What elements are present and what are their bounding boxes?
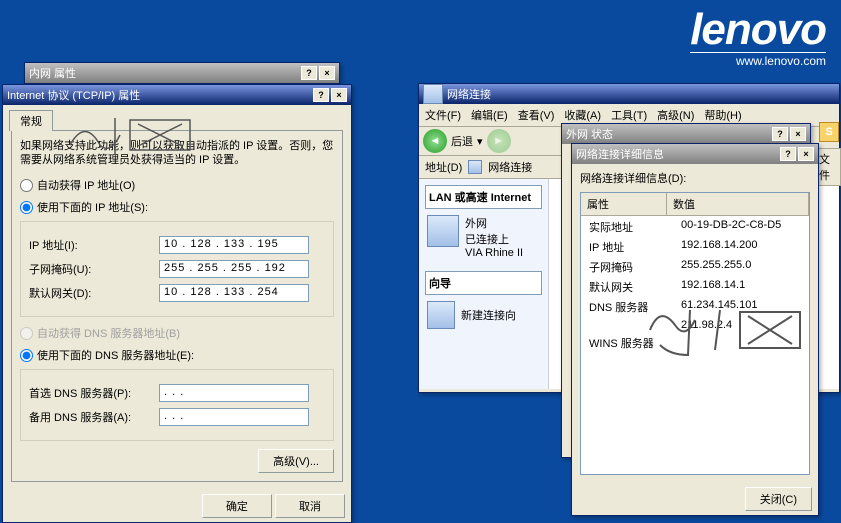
tab-general[interactable]: 常规 [9,110,53,131]
menu-view[interactable]: 查看(V) [518,107,555,123]
table-row: 实际地址00-19-DB-2C-C8-D5 [583,218,807,236]
menu-tools[interactable]: 工具(T) [611,107,647,123]
mask-input[interactable]: 255 . 255 . 255 . 192 [159,260,309,278]
close-button-lower[interactable]: 关闭(C) [745,487,812,511]
radio-auto-ip[interactable]: 自动获得 IP 地址(O) [20,177,334,193]
menu-edit[interactable]: 编辑(E) [471,107,508,123]
value-cell [675,334,807,352]
title-text: 网络连接详细信息 [576,146,664,162]
brand-block: lenovo www.lenovo.com [690,8,826,68]
titlebar-status[interactable]: 外网 状态 ?× [562,124,810,144]
titlebar-tcpip[interactable]: Internet 协议 (TCP/IP) 属性 ? × [3,85,351,105]
ip-input[interactable]: 10 . 128 . 133 . 195 [159,236,309,254]
explorer-sidebar: LAN 或高速 Internet 外网 已连接上 VIA Rhine II 向导… [419,179,549,389]
window-inner-props: 内网 属性 ? × [24,62,340,84]
ip-label: IP 地址(I): [29,237,159,253]
new-connection-wizard[interactable]: 新建连接向 [427,301,540,329]
title-text: 外网 状态 [566,126,613,142]
mask-label: 子网掩码(U): [29,261,159,277]
ok-button[interactable]: 确定 [202,494,272,518]
value-cell: 255.255.255.0 [675,258,807,276]
dns2-input[interactable]: . . . [159,408,309,426]
value-cell: 00-19-DB-2C-C8-D5 [675,218,807,236]
help-button[interactable]: ? [780,147,796,161]
address-label: 地址(D) [425,159,462,175]
radio-use-dns-input[interactable] [20,349,33,362]
table-row: IP 地址192.168.14.200 [583,238,807,256]
advanced-button[interactable]: 高级(V)... [258,449,334,473]
gw-input[interactable]: 10 . 128 . 133 . 254 [159,284,309,302]
dns1-input[interactable]: . . . [159,384,309,402]
menu-adv[interactable]: 高级(N) [657,107,694,123]
radio-use-ip-input[interactable] [20,201,33,214]
connection-item-outer[interactable]: 外网 已连接上 VIA Rhine II [427,215,540,259]
title-text: 内网 属性 [29,65,76,81]
value-cell: 192.168.14.200 [675,238,807,256]
titlebar-explorer[interactable]: 网络连接 [419,84,839,104]
help-button[interactable]: ? [301,66,317,80]
close-button[interactable]: × [319,66,335,80]
prop-cell: 默认网关 [583,278,673,296]
menu-fav[interactable]: 收藏(A) [564,107,601,123]
forward-icon: ► [487,129,511,153]
value-cell: 192.168.14.1 [675,278,807,296]
radio-auto-ip-input[interactable] [20,179,33,192]
table-row: DNS 服务器61.234.145.101 [583,298,807,316]
table-row: WINS 服务器 [583,334,807,352]
col-property[interactable]: 属性 [581,193,667,215]
value-cell: 211.98.2.4 [675,318,807,332]
window-tcpip-props: Internet 协议 (TCP/IP) 属性 ? × 常规 如果网络支持此功能… [2,84,352,523]
prop-cell: IP 地址 [583,238,673,256]
brand-url: www.lenovo.com [690,52,826,68]
close-button[interactable]: × [331,88,347,102]
address-icon [468,160,482,174]
close-button[interactable]: × [798,147,814,161]
help-button[interactable]: ? [772,127,788,141]
prop-cell: 实际地址 [583,218,673,236]
description-text: 如果网络支持此功能，则可以获取自动指派的 IP 设置。否则，您需要从网络系统管理… [20,139,334,167]
connection-status: 已连接上 [465,231,523,247]
titlebar-inner[interactable]: 内网 属性 ? × [25,63,339,83]
prop-cell: WINS 服务器 [583,334,673,352]
title-text: Internet 协议 (TCP/IP) 属性 [7,87,140,103]
wizard-icon [427,301,455,329]
gw-label: 默认网关(D): [29,285,159,301]
dns2-label: 备用 DNS 服务器(A): [29,409,159,425]
help-button[interactable]: ? [313,88,329,102]
details-label: 网络连接详细信息(D): [572,164,818,188]
table-row: 211.98.2.4 [583,318,807,332]
cancel-button[interactable]: 取消 [275,494,345,518]
prop-cell [583,318,673,332]
connection-name: 外网 [465,215,523,231]
connection-icon [427,215,459,247]
window-connection-details: 网络连接详细信息 ?× 网络连接详细信息(D): 属性 数值 实际地址00-19… [571,143,819,516]
titlebar-details[interactable]: 网络连接详细信息 ?× [572,144,818,164]
window-icon [423,84,443,104]
connection-adapter: VIA Rhine II [465,247,523,259]
app-tab-icon[interactable]: S [819,122,839,142]
details-list: 属性 数值 实际地址00-19-DB-2C-C8-D5IP 地址192.168.… [580,192,810,475]
prop-cell: DNS 服务器 [583,298,673,316]
value-cell: 61.234.145.101 [675,298,807,316]
radio-auto-dns: 自动获得 DNS 服务器地址(B) [20,325,334,341]
prop-cell: 子网掩码 [583,258,673,276]
table-row: 子网掩码255.255.255.0 [583,258,807,276]
dns1-label: 首选 DNS 服务器(P): [29,385,159,401]
close-button[interactable]: × [790,127,806,141]
brand-logo: lenovo [690,8,826,52]
chevron-down-icon[interactable]: ▾ [477,135,483,148]
menu-help[interactable]: 帮助(H) [704,107,741,123]
back-label[interactable]: 后退 [451,133,473,149]
back-icon[interactable]: ◄ [423,129,447,153]
radio-use-ip[interactable]: 使用下面的 IP 地址(S): [20,199,334,215]
sidebar-section-lan: LAN 或高速 Internet [425,185,542,209]
table-row: 默认网关192.168.14.1 [583,278,807,296]
title-text: 网络连接 [447,86,491,102]
radio-auto-dns-input [20,327,33,340]
menu-file[interactable]: 文件(F) [425,107,461,123]
address-value[interactable]: 网络连接 [488,159,532,175]
radio-use-dns[interactable]: 使用下面的 DNS 服务器地址(E): [20,347,334,363]
col-value[interactable]: 数值 [667,193,809,215]
sidebar-section-wizard: 向导 [425,271,542,295]
